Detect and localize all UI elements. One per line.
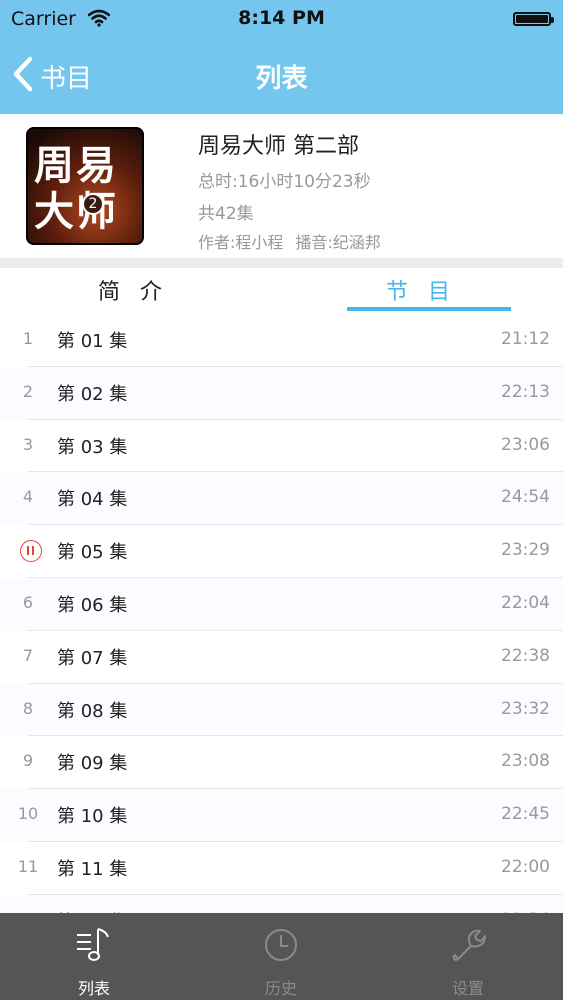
book-header: 周易 大师 2 周易大师 第二部 总时:16小时10分23秒 共42集 作者:程… xyxy=(0,114,563,260)
episode-duration: 23:29 xyxy=(501,540,550,561)
episode-row[interactable]: 3 第 03 集 23:06 xyxy=(0,420,563,473)
episode-list[interactable]: 1 第 01 集 21:12 2 第 02 集 22:13 3 第 03 集 23:06 4 第 0… xyxy=(0,314,563,914)
episode-index: 9 xyxy=(22,751,34,771)
tab-intro[interactable]: 简介 xyxy=(50,274,230,306)
episode-row[interactable]: 7 第 07 集 22:38 xyxy=(0,631,563,684)
pause-icon[interactable] xyxy=(20,540,42,563)
episode-index: 6 xyxy=(22,592,34,612)
book-credits: 作者:程小程 播音:纪涵邦 xyxy=(198,229,381,253)
tabbar-label-list: 列表 xyxy=(77,979,110,998)
episode-duration: 21:12 xyxy=(501,329,550,349)
active-tab-indicator xyxy=(347,307,511,311)
episode-duration: 22:13 xyxy=(501,381,550,402)
book-total-duration: 总时:16小时10分23秒 xyxy=(198,172,371,192)
episode-duration: 22:04 xyxy=(501,592,550,613)
episode-row[interactable]: 6 第 06 集 22:04 xyxy=(0,577,563,631)
clock-time: 8:14 PM xyxy=(238,7,325,29)
book-narrator: 播音:纪涵邦 xyxy=(295,233,381,252)
section-divider xyxy=(0,258,563,268)
episode-index: 11 xyxy=(17,856,39,876)
tabbar-item-settings[interactable]: 设置 xyxy=(408,913,528,1000)
page-title: 列表 xyxy=(255,64,308,94)
episode-duration: 23:06 xyxy=(501,434,550,455)
battery-icon xyxy=(513,12,554,26)
episode-duration: 24:54 xyxy=(501,487,550,508)
episode-row[interactable]: 第 05 集 23:29 xyxy=(0,525,563,578)
episode-index: 8 xyxy=(22,698,34,718)
tabbar-label-settings: 设置 xyxy=(451,979,484,998)
tabbar-item-history[interactable]: 历史 xyxy=(221,913,341,1000)
navigation-bar: 书目 列表 xyxy=(0,38,563,114)
book-title: 周易大师 第二部 xyxy=(198,134,359,159)
episode-title: 第 11 集 xyxy=(57,858,128,880)
book-cover: 周易 大师 2 xyxy=(26,127,144,245)
episode-index: 7 xyxy=(22,645,34,665)
episode-title: 第 02 集 xyxy=(57,383,128,405)
tab-episodes[interactable]: 节目 xyxy=(338,274,518,306)
episode-title: 第 06 集 xyxy=(57,594,128,616)
episode-title: 第 07 集 xyxy=(57,647,128,669)
episode-row[interactable]: 4 第 04 集 24:54 xyxy=(0,472,563,526)
episode-index: 3 xyxy=(22,434,34,454)
episode-duration: 23:32 xyxy=(501,698,550,719)
episode-duration: 22:00 xyxy=(501,856,550,877)
episode-duration: 22:38 xyxy=(501,645,550,666)
episode-title: 第 04 集 xyxy=(57,489,128,511)
episode-title: 第 09 集 xyxy=(57,753,128,775)
book-author: 作者:程小程 xyxy=(198,233,284,252)
content-tabs: 简介 节目 xyxy=(0,268,563,314)
episode-duration: 23:08 xyxy=(501,751,550,772)
episode-row[interactable]: 8 第 08 集 23:32 xyxy=(0,683,563,737)
episode-title: 第 03 集 xyxy=(57,436,128,458)
episode-title: 第 01 集 xyxy=(57,331,128,352)
episode-row[interactable]: 2 第 02 集 22:13 xyxy=(0,366,563,420)
episode-title: 第 08 集 xyxy=(57,700,128,722)
episode-row[interactable]: 11 第 11 集 22:00 xyxy=(0,842,563,895)
episode-duration: 22:45 xyxy=(501,804,550,825)
episode-index: 1 xyxy=(22,329,34,348)
episode-index: 2 xyxy=(22,381,34,401)
cover-volume-badge: 2 xyxy=(82,193,104,215)
bottom-tab-bar: 列表 历史 设置 xyxy=(0,913,563,1000)
status-bar: Carrier 8:14 PM xyxy=(0,0,563,38)
episode-index: 4 xyxy=(22,487,34,507)
episode-row[interactable]: 1 第 01 集 21:12 xyxy=(0,314,563,367)
episode-title: 第 10 集 xyxy=(57,806,128,828)
book-episode-count: 共42集 xyxy=(198,204,254,224)
tabbar-item-list[interactable]: 列表 xyxy=(34,913,154,1000)
episode-title: 第 05 集 xyxy=(57,542,128,564)
episode-row[interactable]: 9 第 09 集 23:08 xyxy=(0,736,563,789)
tabbar-label-history: 历史 xyxy=(264,979,297,998)
episode-row[interactable]: 10 第 10 集 22:45 xyxy=(0,789,563,842)
cover-title-line-2: 大师 xyxy=(34,188,118,235)
episode-row[interactable]: 12第 12 集22:34 xyxy=(0,894,563,914)
episode-index: 10 xyxy=(17,804,39,824)
